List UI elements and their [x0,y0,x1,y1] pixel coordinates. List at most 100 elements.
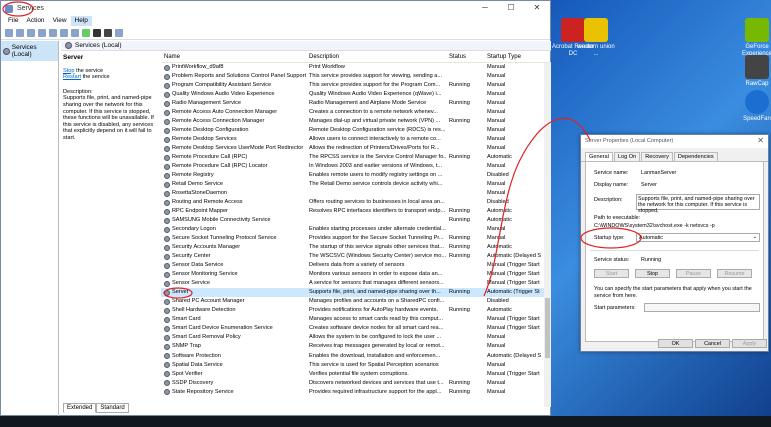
dialog-title-bar[interactable]: Server Properties (Local Computer) ✕ [581,135,768,148]
stop-service-link[interactable]: Stop [63,68,75,74]
table-row[interactable]: Problem Reports and Solutions Control Pa… [161,72,551,81]
table-row[interactable]: SAMSUNG Mobile Connectivity Service Runni… [161,216,551,225]
export-icon[interactable] [49,28,57,37]
start-service-icon[interactable] [82,28,90,37]
table-row[interactable]: Program Compatibility Assistant Service T… [161,81,551,90]
table-row[interactable]: Remote Access Auto Connection Manager Cre… [161,108,551,117]
table-row[interactable]: Security Accounts Manager The startup of … [161,243,551,252]
column-description[interactable]: Description [306,54,446,60]
table-row[interactable]: State Repository Service Provides require… [161,388,551,397]
back-icon[interactable] [5,28,13,37]
table-row[interactable]: Shared PC Account Manager Manages profile… [161,297,551,306]
title-bar[interactable]: Services ─ ☐ ✕ [1,1,550,16]
table-row[interactable]: PrintWorkflow_d9af8 Print Workflow Manual [161,63,551,72]
help-icon[interactable] [60,28,68,37]
table-row[interactable]: Remote Registry Enables remote users to m… [161,171,551,180]
forward-icon[interactable] [16,28,24,37]
gear-icon [164,136,170,143]
table-row[interactable]: Secondary Logon Enables starting processe… [161,225,551,234]
table-row[interactable]: RPC Endpoint Mapper Resolves RPC interfac… [161,207,551,216]
table-row[interactable]: Smart Card Removal Policy Allows the syst… [161,333,551,342]
gear-icon [164,389,170,396]
table-row[interactable]: Retail Demo Service The Retail Demo servi… [161,180,551,189]
tab-standard[interactable]: Standard [96,403,129,413]
dialog-close-button[interactable]: ✕ [757,136,764,145]
start-button[interactable]: Start [594,269,629,278]
column-status[interactable]: Status [446,54,484,60]
cell-status [446,352,484,361]
cell-status: Running [449,307,470,314]
tab-recovery[interactable]: Recovery [641,152,673,161]
table-row[interactable]: Remote Desktop Services Allows users to c… [161,135,551,144]
table-row[interactable]: Remote Procedure Call (RPC) Locator In Wi… [161,162,551,171]
desktop-icon-rawcap[interactable]: RawCap [742,55,771,88]
cancel-button[interactable]: Cancel [695,339,730,348]
table-row[interactable]: SNMP Trap Receives trap messages generate… [161,342,551,351]
column-name[interactable]: Name [161,54,306,60]
table-row[interactable]: Sensor Data Service Delivers data from a … [161,261,551,270]
minimize-button[interactable]: ─ [472,1,498,15]
menu-help[interactable]: Help [70,16,92,26]
stop-button[interactable]: Stop [635,269,670,278]
table-row[interactable]: RosettaStoneDaemon Manual [161,189,551,198]
menu-file[interactable]: File [4,16,22,26]
vertical-scrollbar[interactable] [544,63,551,407]
close-button[interactable]: ✕ [524,1,550,15]
service-name: SSDP Discovery [172,379,214,386]
restart-service-icon[interactable] [115,28,123,37]
restart-service-link[interactable]: Restart [63,74,81,80]
table-row[interactable]: Remote Desktop Services UserMode Port Re… [161,144,551,153]
properties-icon[interactable] [71,28,79,37]
tab-log-on[interactable]: Log On [613,152,641,161]
table-row[interactable]: Server Supports file, print, and named-pi… [161,288,551,298]
tab-general[interactable]: General [585,152,613,161]
cell-name: SNMP Trap [161,342,306,351]
dialog-tabs: General Log On Recovery Dependencies [581,148,768,162]
pause-button[interactable]: Pause [676,269,711,278]
cell-startup-type: Automatic [487,307,512,314]
menu-view[interactable]: View [49,16,71,26]
start-params-input[interactable] [644,303,760,312]
table-row[interactable]: Radio Management Service Radio Management… [161,99,551,108]
resume-button[interactable]: Resume [717,269,752,278]
description-label: Description: [594,197,623,203]
table-row[interactable]: SSDP Discovery Discovers networked device… [161,379,551,388]
tab-extended[interactable]: Extended [63,403,97,413]
maximize-button[interactable]: ☐ [498,1,524,15]
tab-dependencies[interactable]: Dependencies [673,152,718,161]
stop-service-icon[interactable] [93,28,101,37]
ok-button[interactable]: OK [658,339,693,348]
table-row[interactable]: Spot Verifier Verifies potential file sys… [161,370,551,379]
table-row[interactable]: Smart Card Manages access to smart cards … [161,315,551,324]
service-name: Remote Registry [172,172,214,179]
cell-startup-type: Manual [487,145,506,152]
table-row[interactable]: Smart Card Device Enumeration Service Cre… [161,324,551,333]
desktop-icon-geforce[interactable]: GeForce Experience [742,18,771,58]
menu-action[interactable]: Action [22,16,48,26]
table-row[interactable]: Remote Procedure Call (RPC) The RPCSS ser… [161,153,551,162]
apply-button[interactable]: Apply [732,339,767,348]
display-name-field[interactable]: Server [641,182,657,188]
table-row[interactable]: Sensor Monitoring Service Monitors variou… [161,270,551,279]
table-row[interactable]: Remote Access Connection Manager Manages … [161,117,551,126]
table-row[interactable]: Security Center The WSCSVC (Windows Secur… [161,252,551,261]
tree-node-services-local[interactable]: Services (Local) [1,41,58,61]
table-row[interactable]: Spatial Data Service This service is used… [161,361,551,370]
table-row[interactable]: Shell Hardware Detection Provides notific… [161,306,551,315]
table-row[interactable]: Sensor Service A service for sensors that… [161,279,551,288]
table-row[interactable]: Quality Windows Audio Video Experience Qu… [161,90,551,99]
description-field[interactable]: Supports file, print, and named-pipe sha… [636,194,760,214]
table-row[interactable]: Remote Desktop Configuration Remote Deskt… [161,126,551,135]
startup-type-select[interactable]: Automatic ⌄ [636,233,760,242]
cell-startup-type: Automatic (Trigger St [487,289,540,296]
pause-service-icon[interactable] [104,28,112,37]
table-row[interactable]: Software Protection Enables the download,… [161,352,551,361]
scrollbar-thumb[interactable] [545,298,550,358]
table-row[interactable]: Routing and Remote Access Offers routing … [161,198,551,207]
column-startup-type[interactable]: Startup Type [484,54,551,60]
refresh-icon[interactable] [38,28,46,37]
show-tree-icon[interactable] [27,28,35,37]
desktop-icon-western-union[interactable]: western union ... [574,18,618,58]
desktop-icon-speedfan[interactable]: SpeedFan [742,90,771,123]
table-row[interactable]: Secure Socket Tunneling Protocol Service… [161,234,551,243]
